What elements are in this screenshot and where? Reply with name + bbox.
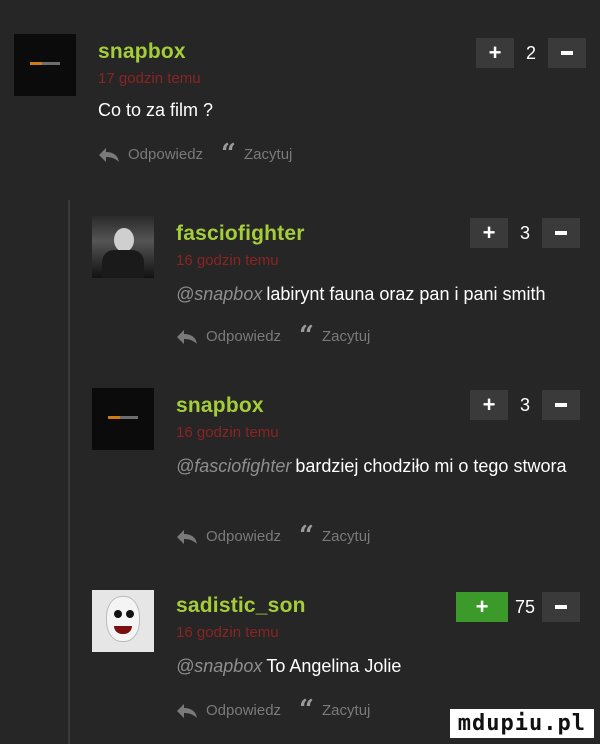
vote-box: + 75 bbox=[456, 592, 580, 622]
username[interactable]: snapbox bbox=[98, 40, 186, 64]
comment-text: Co to za film ? bbox=[98, 96, 213, 124]
comment-actions: Odpowiedz “ Zacytuj bbox=[176, 523, 370, 549]
quote-icon[interactable]: “ bbox=[299, 523, 314, 549]
downvote-button[interactable] bbox=[542, 592, 580, 622]
vote-box: + 3 bbox=[470, 218, 580, 248]
reply-link[interactable]: Odpowiedz bbox=[206, 328, 281, 345]
mention-link[interactable]: @snapbox bbox=[176, 656, 262, 676]
quote-link[interactable]: Zacytuj bbox=[322, 528, 370, 545]
vote-box: + 3 bbox=[470, 390, 580, 420]
avatar[interactable] bbox=[92, 388, 154, 450]
username[interactable]: snapbox bbox=[176, 394, 264, 418]
upvote-button[interactable]: + bbox=[476, 38, 514, 68]
avatar-logo bbox=[30, 62, 60, 65]
comment-text: @snapbox labirynt fauna oraz pan i pani s… bbox=[176, 280, 600, 308]
username[interactable]: sadistic_son bbox=[176, 594, 306, 618]
quote-link[interactable]: Zacytuj bbox=[244, 146, 292, 163]
vote-box: + 2 bbox=[476, 38, 586, 68]
timestamp[interactable]: 17 godzin temu bbox=[98, 70, 201, 87]
downvote-button[interactable] bbox=[548, 38, 586, 68]
upvote-button[interactable]: + bbox=[456, 592, 508, 622]
downvote-button[interactable] bbox=[542, 390, 580, 420]
watermark: mdupiu.pl bbox=[449, 709, 594, 738]
quote-link[interactable]: Zacytuj bbox=[322, 328, 370, 345]
avatar-logo bbox=[108, 416, 138, 419]
avatar-head bbox=[106, 596, 140, 642]
minus-icon bbox=[561, 51, 573, 55]
quote-icon[interactable]: “ bbox=[299, 323, 314, 349]
comment-body: labirynt fauna oraz pan i pani smith bbox=[266, 284, 546, 304]
reply-icon[interactable] bbox=[176, 529, 198, 545]
avatar-eye bbox=[126, 610, 134, 618]
mention-link[interactable]: @fasciofighter bbox=[176, 456, 291, 476]
vote-count: 3 bbox=[519, 394, 530, 415]
reply-icon[interactable] bbox=[176, 329, 198, 345]
avatar[interactable] bbox=[14, 34, 76, 96]
reply-icon[interactable] bbox=[176, 703, 198, 719]
comment-actions: Odpowiedz “ Zacytuj bbox=[176, 323, 370, 349]
quote-icon[interactable]: “ bbox=[299, 697, 314, 723]
vote-count: 75 bbox=[514, 596, 536, 617]
mention-link[interactable]: @snapbox bbox=[176, 284, 262, 304]
avatar-body bbox=[102, 250, 144, 278]
avatar[interactable] bbox=[92, 590, 154, 652]
avatar[interactable] bbox=[92, 216, 154, 278]
minus-icon bbox=[555, 605, 567, 609]
reply-link[interactable]: Odpowiedz bbox=[128, 146, 203, 163]
timestamp[interactable]: 16 godzin temu bbox=[176, 252, 279, 269]
vote-count: 3 bbox=[519, 222, 530, 243]
upvote-button[interactable]: + bbox=[470, 390, 508, 420]
comment-body: Co to za film ? bbox=[98, 100, 214, 120]
vote-count: 2 bbox=[525, 42, 536, 63]
reply-link[interactable]: Odpowiedz bbox=[206, 528, 281, 545]
comment-body: bardziej chodziło mi o tego stwora bbox=[295, 456, 567, 476]
avatar-eye bbox=[114, 610, 122, 618]
reply-link[interactable]: Odpowiedz bbox=[206, 702, 281, 719]
comment-actions: Odpowiedz “ Zacytuj bbox=[176, 697, 370, 723]
comment-actions: Odpowiedz “ Zacytuj bbox=[98, 141, 292, 167]
quote-icon[interactable]: “ bbox=[221, 141, 236, 167]
comment-body: To Angelina Jolie bbox=[266, 656, 402, 676]
comment-text: @snapbox To Angelina Jolie bbox=[176, 652, 401, 680]
comment-text: @fasciofighter bardziej chodziło mi o teg… bbox=[176, 452, 576, 480]
downvote-button[interactable] bbox=[542, 218, 580, 248]
avatar-face bbox=[114, 228, 134, 252]
timestamp[interactable]: 16 godzin temu bbox=[176, 624, 279, 641]
thread-line bbox=[68, 200, 70, 744]
username[interactable]: fasciofighter bbox=[176, 222, 305, 246]
reply-icon[interactable] bbox=[98, 147, 120, 163]
quote-link[interactable]: Zacytuj bbox=[322, 702, 370, 719]
minus-icon bbox=[555, 231, 567, 235]
minus-icon bbox=[555, 403, 567, 407]
timestamp[interactable]: 16 godzin temu bbox=[176, 424, 279, 441]
upvote-button[interactable]: + bbox=[470, 218, 508, 248]
